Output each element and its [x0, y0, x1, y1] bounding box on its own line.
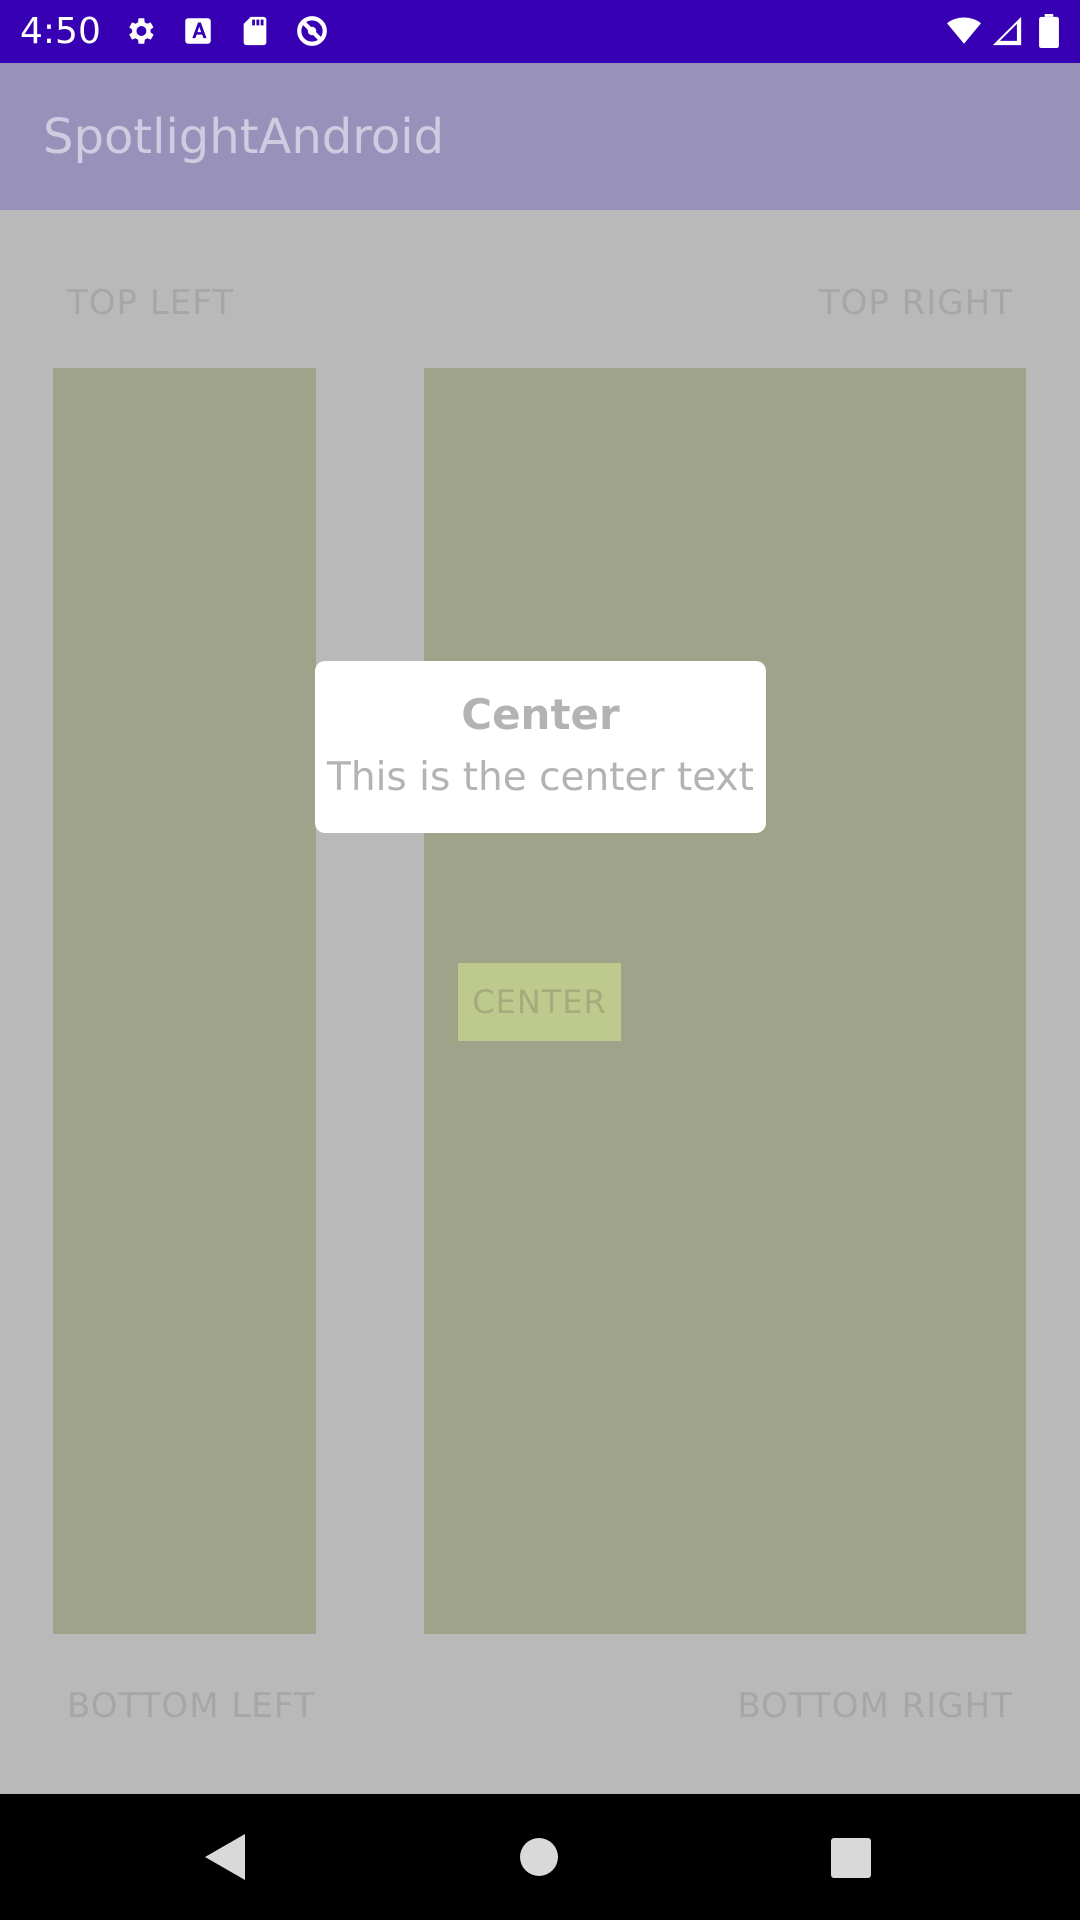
signal-icon: [990, 14, 1024, 48]
a-box-icon: [181, 14, 215, 48]
back-icon[interactable]: [205, 1834, 245, 1880]
app-bar: SpotlightAndroid: [0, 63, 1080, 210]
tooltip-text: This is the center text: [327, 755, 754, 800]
status-bar: 4:50: [0, 0, 1080, 63]
bottom-right-label: BOTTOM RIGHT: [737, 1686, 1013, 1726]
settings-icon: [123, 14, 157, 48]
center-button[interactable]: CENTER: [458, 963, 621, 1041]
status-time: 4:50: [20, 11, 101, 52]
battery-icon: [1036, 14, 1062, 48]
home-icon[interactable]: [520, 1838, 558, 1876]
app-title: SpotlightAndroid: [43, 109, 445, 165]
spotlight-tooltip: Center This is the center text: [315, 661, 766, 833]
top-left-label: TOP LEFT: [67, 283, 234, 323]
recents-icon[interactable]: [831, 1838, 871, 1878]
tooltip-title: Center: [461, 690, 620, 739]
wifi-icon: [944, 14, 984, 48]
no-disturb-icon: [295, 14, 329, 48]
navigation-bar: [0, 1794, 1080, 1920]
top-right-label: TOP RIGHT: [818, 283, 1013, 323]
bottom-left-label: BOTTOM LEFT: [67, 1686, 316, 1726]
left-block: [53, 368, 316, 1634]
sd-card-icon: [238, 14, 272, 48]
